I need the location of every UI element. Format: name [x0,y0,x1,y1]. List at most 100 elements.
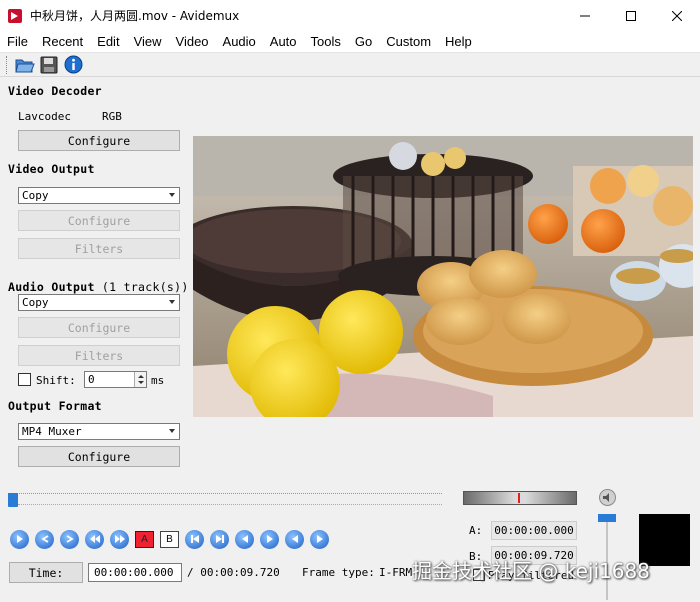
avidemux-app-icon [8,8,22,23]
time-button[interactable]: Time: [9,562,83,583]
minimize-icon [580,15,590,16]
shift-unit: ms [151,374,165,387]
audio-filters-button[interactable]: Filters [18,345,180,366]
play-button[interactable] [10,529,29,549]
title-bar: 中秋月饼，人月两圆.mov - Avidemux [0,0,700,31]
chevron-down-icon [169,300,175,304]
chevron-down-icon [169,429,175,433]
video-output-title: Video Output [8,162,95,176]
watermark: 掘金技术社区 @ keji1688 [412,559,650,583]
goto-marker-a-button[interactable] [235,529,254,549]
marker-b-icon: B [166,533,173,545]
open-folder-icon[interactable] [15,55,35,75]
shift-value: 0 [88,373,95,386]
video-filters-button[interactable]: Filters [18,238,180,259]
close-button[interactable] [654,0,700,31]
audio-output-select[interactable]: Copy [18,294,180,311]
next-keyframe-button[interactable] [110,529,129,549]
save-disk-icon[interactable] [39,55,59,75]
first-frame-icon [291,535,298,543]
last-frame-button[interactable] [310,529,329,549]
menu-edit[interactable]: Edit [90,34,126,49]
previous-frame-button[interactable] [35,529,54,549]
decoder-codec: Lavcodec [18,110,71,123]
seek-track [8,493,442,497]
double-right-icon [114,535,125,543]
current-time-field[interactable]: 00:00:00.000 [88,563,182,582]
minimize-button[interactable] [562,0,608,31]
output-format-title: Output Format [8,399,102,413]
jog-shuttle[interactable] [463,491,577,505]
format-configure-button[interactable]: Configure [18,446,180,467]
mooncake-scene-image [193,136,693,417]
menu-view[interactable]: View [127,34,169,49]
previous-keyframe-button[interactable] [85,529,104,549]
frame-type-label: Frame type: [302,566,375,579]
menu-custom[interactable]: Custom [379,34,438,49]
marker-a-time: 00:00:00.000 [491,521,577,540]
maximize-button[interactable] [608,0,654,31]
shift-spinbox[interactable]: 0 [84,371,147,388]
next-frame-button[interactable] [60,529,79,549]
toolbar [0,53,700,77]
arrow-left-icon [40,535,48,543]
menu-help[interactable]: Help [438,34,479,49]
spin-arrows-icon[interactable] [134,372,146,387]
goto-marker-b-button[interactable] [260,529,279,549]
window-title: 中秋月饼，人月两圆.mov - Avidemux [30,9,240,23]
seek-handle[interactable] [8,493,18,507]
volume-handle[interactable] [598,514,616,522]
double-left-icon [89,535,100,543]
menu-file[interactable]: File [0,34,35,49]
skip-forward-icon [215,535,224,543]
seek-ticks [18,504,442,508]
shift-label: Shift: [36,374,76,387]
first-frame-button[interactable] [285,529,304,549]
skip-back-icon [190,535,199,543]
audio-track-count: (1 track(s)) [101,280,189,294]
video-output-select[interactable]: Copy [18,187,180,204]
jog-marker [518,493,520,503]
next-black-frame-button[interactable] [210,529,229,549]
video-configure-button[interactable]: Configure [18,210,180,231]
goto-a-icon [241,535,248,543]
menu-video[interactable]: Video [169,34,216,49]
playback-controls: A B [10,529,335,549]
audio-output-label: Audio Output [8,280,95,294]
goto-b-icon [266,535,273,543]
video-decoder-title: Video Decoder [8,84,102,98]
close-icon [672,10,682,21]
set-marker-b-button[interactable]: B [160,530,179,548]
output-format-select[interactable]: MP4 Muxer [18,423,180,440]
menu-go[interactable]: Go [348,34,379,49]
shift-checkbox[interactable] [18,373,31,386]
play-icon [16,535,23,543]
menu-audio[interactable]: Audio [216,34,263,49]
marker-a-label: A: [469,524,483,537]
set-marker-a-button[interactable]: A [135,530,154,548]
toolbar-grip[interactable] [6,55,9,74]
marker-a-icon: A [141,533,148,545]
video-preview [193,136,693,417]
chevron-down-icon [169,193,175,197]
arrow-right-icon [66,535,74,543]
info-icon[interactable] [63,55,83,75]
audio-configure-button[interactable]: Configure [18,317,180,338]
total-time: / 00:00:09.720 [187,566,280,579]
menu-auto[interactable]: Auto [263,34,304,49]
decoder-colorspace: RGB [102,110,122,123]
output-format-selected: MP4 Muxer [22,425,82,438]
previous-black-frame-button[interactable] [185,529,204,549]
maximize-icon [626,10,636,21]
decoder-configure-button[interactable]: Configure [18,130,180,151]
menu-bar: File Recent Edit View Video Audio Auto T… [0,31,700,53]
frame-type-value: I-FRM [379,566,413,579]
audio-output-title: Audio Output (1 track(s)) [8,280,189,294]
speaker-icon[interactable] [599,489,616,506]
last-frame-icon [316,535,323,543]
video-output-selected: Copy [22,189,49,202]
seek-slider[interactable] [8,490,442,510]
menu-recent[interactable]: Recent [35,34,90,49]
menu-tools[interactable]: Tools [304,34,348,49]
audio-output-selected: Copy [22,296,49,309]
